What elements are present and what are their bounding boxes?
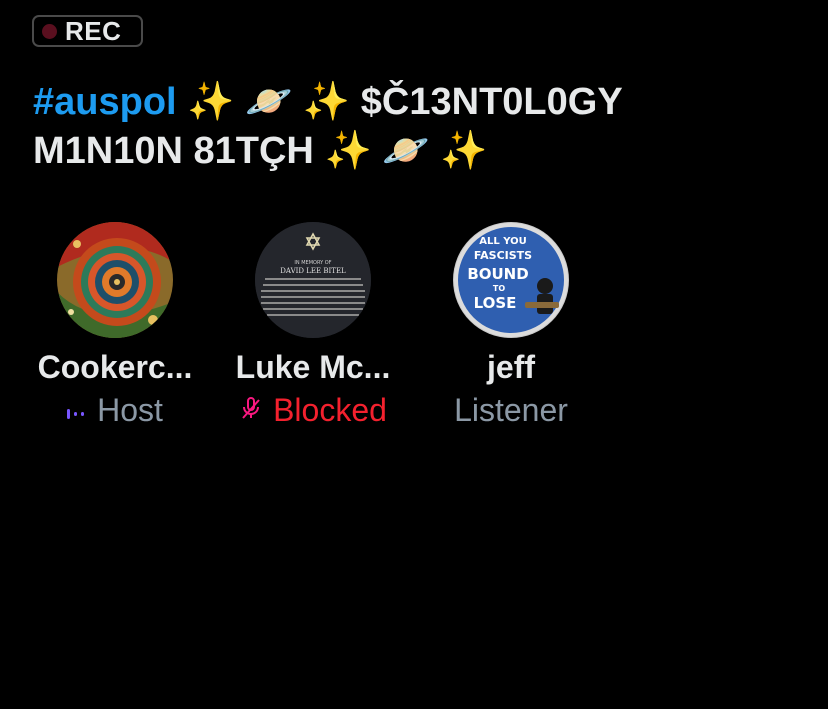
sparkle-planet-emojis: ✨ 🪐 ✨	[187, 81, 351, 123]
memorial-plaque-avatar: IN MEMORY OF DAVID LEE BITEL	[255, 222, 371, 338]
spiral-art-avatar	[57, 222, 173, 338]
participant-name: jeff	[487, 349, 535, 385]
participant-blocked[interactable]: IN MEMORY OF DAVID LEE BITEL Luke Mc...	[218, 222, 408, 429]
participants-grid: Cookerc... Host IN MEMORY OF DAVID LEE B…	[0, 222, 828, 432]
plaque-line-2: DAVID LEE BITEL	[280, 267, 346, 275]
participant-host[interactable]: Cookerc... Host	[20, 222, 210, 429]
avatar[interactable]	[57, 222, 173, 338]
participant-role: Blocked	[218, 391, 408, 429]
sticker-line-1: ALL YOU	[479, 236, 526, 247]
participant-listener[interactable]: ALL YOU FASCISTS BOUND TO LOSE jeff List…	[416, 222, 606, 429]
role-label-host: Host	[97, 392, 163, 428]
participant-role: Listener	[416, 391, 606, 429]
participant-name: Cookerc...	[37, 349, 193, 385]
participant-role: Host	[20, 391, 210, 429]
sticker-line-4: TO	[493, 284, 505, 293]
sticker-line-2: FASCISTS	[474, 249, 532, 262]
title-hashtag-link[interactable]: #auspol	[33, 81, 177, 123]
role-label-blocked: Blocked	[273, 392, 387, 428]
avatar[interactable]: IN MEMORY OF DAVID LEE BITEL	[255, 222, 371, 338]
role-label-listener: Listener	[454, 392, 568, 428]
speaker-bars-icon	[67, 391, 87, 429]
sparkle-planet-emojis-2: ✨ 🪐 ✨	[324, 130, 488, 172]
title-text-line1: $Č13NT0L0GY	[360, 81, 623, 123]
recording-label: REC	[65, 15, 122, 46]
recording-badge: REC	[32, 15, 143, 47]
plaque-line-1: IN MEMORY OF	[294, 260, 331, 266]
fascists-sticker-avatar: ALL YOU FASCISTS BOUND TO LOSE	[453, 222, 569, 338]
muted-mic-icon	[239, 391, 263, 429]
space-title: #auspol ✨ 🪐 ✨ $Č13NT0L0GY M1N10N 81TÇH ✨…	[33, 78, 793, 176]
record-dot-icon	[42, 23, 57, 39]
sticker-line-5: LOSE	[474, 294, 517, 312]
sticker-line-3: BOUND	[467, 265, 528, 283]
avatar[interactable]: ALL YOU FASCISTS BOUND TO LOSE	[453, 222, 569, 338]
title-text-line2: M1N10N 81TÇH	[33, 130, 314, 172]
participant-name: Luke Mc...	[235, 349, 391, 385]
